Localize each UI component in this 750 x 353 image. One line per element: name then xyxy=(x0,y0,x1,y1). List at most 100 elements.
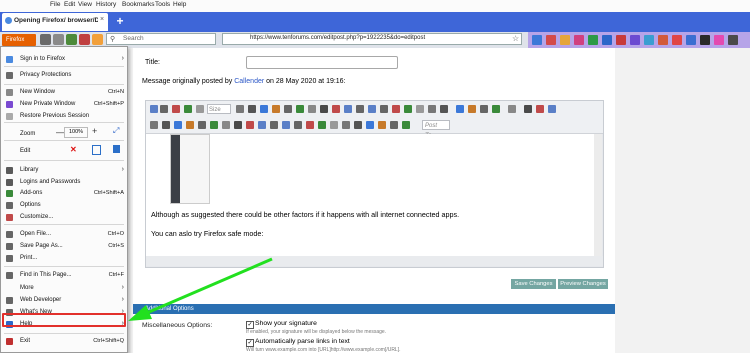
extension-icon[interactable] xyxy=(714,35,724,45)
extension-icon[interactable] xyxy=(658,35,668,45)
editor-toolbar-icon[interactable] xyxy=(354,121,362,129)
editor-toolbar-icon[interactable] xyxy=(428,105,436,113)
menu-item-web-developer[interactable]: Web Developer xyxy=(20,297,61,303)
extension-icon[interactable] xyxy=(700,35,710,45)
extension-icon[interactable] xyxy=(728,35,738,45)
editor-toolbar-icon[interactable] xyxy=(344,105,352,113)
menu-item-logins-and-passwords[interactable]: Logins and Passwords xyxy=(20,179,80,185)
quote-user-link[interactable]: Callender xyxy=(234,78,264,85)
fullscreen-icon[interactable]: ⤢ xyxy=(113,126,119,136)
editor-toolbar-icon[interactable] xyxy=(196,105,204,113)
tab-close-icon[interactable]: × xyxy=(100,16,104,23)
post-to-select[interactable]: Post To... xyxy=(422,120,450,139)
editor-toolbar-icon[interactable] xyxy=(416,105,424,113)
menu-history[interactable]: History xyxy=(96,1,116,8)
menu-item-new-window[interactable]: New Window xyxy=(20,89,55,95)
editor-toolbar-icon[interactable] xyxy=(222,121,230,129)
editor-scrollbar[interactable] xyxy=(594,134,602,256)
editor-toolbar-icon[interactable] xyxy=(318,121,326,129)
extension-icon[interactable] xyxy=(630,35,640,45)
menu-item-find-in-this-page[interactable]: Find in This Page... xyxy=(20,272,72,278)
extension-icon[interactable] xyxy=(616,35,626,45)
zoom-in-button[interactable]: + xyxy=(92,126,97,136)
copy-icon[interactable] xyxy=(92,145,101,155)
bookmark-star-icon[interactable]: ☆ xyxy=(512,34,519,43)
new-tab-button[interactable]: + xyxy=(114,14,126,28)
parse-links-checkbox[interactable]: ✓ xyxy=(246,339,254,347)
extension-icon[interactable] xyxy=(672,35,682,45)
editor-toolbar-icon[interactable] xyxy=(174,121,182,129)
editor-toolbar-icon[interactable] xyxy=(492,105,500,113)
editor-toolbar-icon[interactable] xyxy=(162,121,170,129)
menu-item-privacy-protections[interactable]: Privacy Protections xyxy=(20,72,71,78)
menu-item-customize[interactable]: Customize... xyxy=(20,214,53,220)
editor-toolbar-icon[interactable] xyxy=(284,105,292,113)
editor-toolbar-icon[interactable] xyxy=(246,121,254,129)
editor-toolbar-icon[interactable] xyxy=(468,105,476,113)
editor-toolbar-icon[interactable] xyxy=(260,105,268,113)
menu-item-more[interactable]: More xyxy=(20,285,34,291)
editor-toolbar-icon[interactable] xyxy=(368,105,376,113)
menu-item-print[interactable]: Print... xyxy=(20,255,37,261)
menu-item-open-file[interactable]: Open File... xyxy=(20,231,51,237)
editor-toolbar-icon[interactable] xyxy=(306,121,314,129)
editor-toolbar-icon[interactable] xyxy=(210,121,218,129)
editor-toolbar-icon[interactable] xyxy=(320,105,328,113)
menu-bookmarks[interactable]: Bookmarks xyxy=(122,1,155,8)
extension-icon[interactable] xyxy=(532,35,542,45)
reload-icon[interactable] xyxy=(66,34,77,45)
extension-icon[interactable] xyxy=(560,35,570,45)
editor-toolbar-icon[interactable] xyxy=(186,121,194,129)
menu-item-save-page-as[interactable]: Save Page As... xyxy=(20,243,63,249)
extension-icon[interactable] xyxy=(686,35,696,45)
editor-toolbar-icon[interactable] xyxy=(480,105,488,113)
extension-icon[interactable] xyxy=(644,35,654,45)
editor-toolbar-icon[interactable] xyxy=(308,105,316,113)
editor-toolbar-icon[interactable] xyxy=(248,105,256,113)
editor-toolbar-icon[interactable] xyxy=(150,121,158,129)
menu-item-new-private-window[interactable]: New Private Window xyxy=(20,101,75,107)
extension-icon[interactable] xyxy=(574,35,584,45)
back-icon[interactable] xyxy=(40,34,51,45)
editor-toolbar-icon[interactable] xyxy=(404,105,412,113)
menu-item-library[interactable]: Library xyxy=(20,167,38,173)
cut-icon[interactable]: ✕ xyxy=(70,145,77,154)
editor-toolbar-icon[interactable] xyxy=(270,121,278,129)
editor-toolbar-icon[interactable] xyxy=(366,121,374,129)
menu-item-options[interactable]: Options xyxy=(20,202,41,208)
editor-toolbar-icon[interactable] xyxy=(548,105,556,113)
menu-item-exit[interactable]: Exit xyxy=(20,338,30,344)
menu-item-zoom[interactable]: Zoom xyxy=(20,131,35,137)
editor-toolbar-icon[interactable] xyxy=(456,105,464,113)
editor-toolbar-icon[interactable] xyxy=(272,105,280,113)
editor-toolbar-icon[interactable] xyxy=(294,121,302,129)
menu-item-add-ons[interactable]: Add-ons xyxy=(20,190,42,196)
extension-icon[interactable] xyxy=(588,35,598,45)
editor-toolbar-icon[interactable] xyxy=(508,105,516,113)
editor-toolbar-icon[interactable] xyxy=(524,105,532,113)
editor-toolbar-icon[interactable] xyxy=(236,105,244,113)
editor-toolbar-icon[interactable] xyxy=(378,121,386,129)
editor-toolbar-icon[interactable] xyxy=(234,121,242,129)
home-icon[interactable] xyxy=(92,34,103,45)
menu-item-edit[interactable]: Edit xyxy=(20,148,30,154)
editor-toolbar-icon[interactable] xyxy=(184,105,192,113)
editor-toolbar-icon[interactable] xyxy=(150,105,158,113)
menu-edit[interactable]: Edit xyxy=(64,1,75,8)
editor-toolbar-icon[interactable] xyxy=(402,121,410,129)
zoom-level[interactable]: 100% xyxy=(64,127,88,138)
editor-toolbar-icon[interactable] xyxy=(172,105,180,113)
extension-icon[interactable] xyxy=(602,35,612,45)
editor-toolbar-icon[interactable] xyxy=(296,105,304,113)
editor-toolbar-icon[interactable] xyxy=(282,121,290,129)
menu-help[interactable]: Help xyxy=(173,1,186,8)
menu-view[interactable]: View xyxy=(78,1,92,8)
editor-toolbar-icon[interactable] xyxy=(258,121,266,129)
editor-toolbar-icon[interactable] xyxy=(198,121,206,129)
stop-icon[interactable] xyxy=(79,34,90,45)
editor-toolbar-icon[interactable] xyxy=(332,105,340,113)
save-changes-button[interactable]: Save Changes xyxy=(511,279,556,289)
editor-toolbar-icon[interactable] xyxy=(440,105,448,113)
editor-toolbar-icon[interactable] xyxy=(392,105,400,113)
menu-tools[interactable]: Tools xyxy=(155,1,170,8)
